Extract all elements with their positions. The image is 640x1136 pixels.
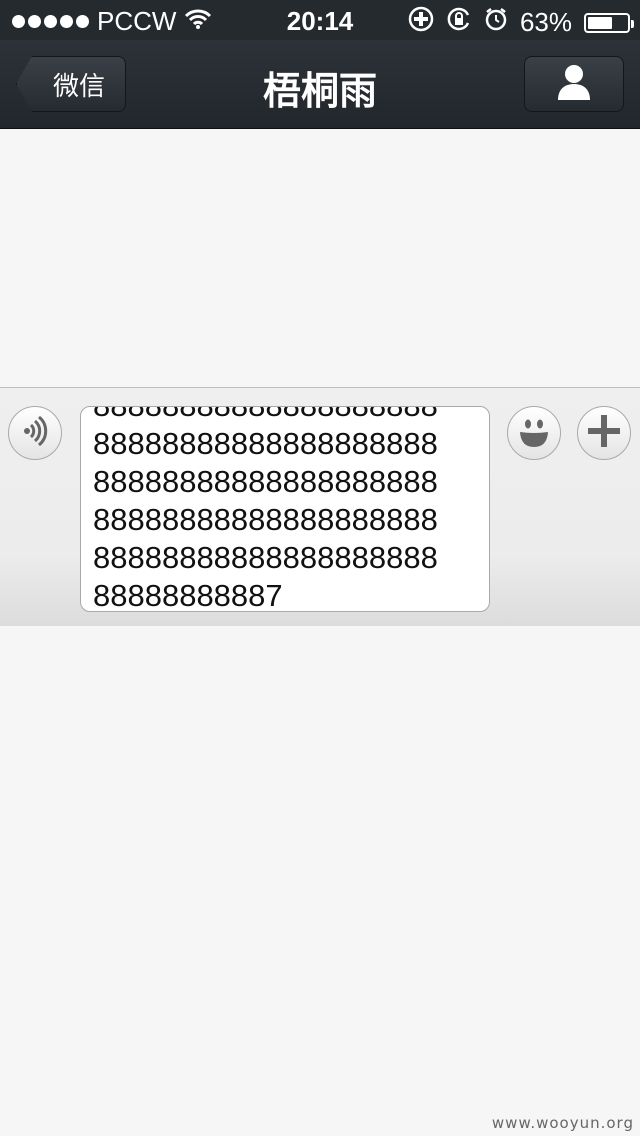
orientation-lock-icon — [446, 6, 472, 39]
location-icon — [408, 6, 434, 39]
message-input-text: 88888888888888888888 8888888888888888888… — [93, 407, 438, 612]
emoji-button[interactable] — [507, 406, 561, 460]
bottom-area: www.wooyun.org — [0, 626, 640, 1136]
watermark: www.wooyun.org — [491, 1114, 634, 1132]
smiley-icon — [514, 411, 554, 456]
nav-bar: 微信 梧桐雨 — [0, 40, 640, 129]
alarm-icon — [484, 7, 508, 38]
person-icon — [556, 63, 592, 106]
input-toolbar: 88888888888888888888 8888888888888888888… — [0, 387, 640, 626]
chat-area[interactable] — [0, 129, 640, 387]
battery-percent: 63% — [519, 7, 572, 37]
profile-button[interactable] — [524, 56, 624, 112]
battery-icon — [584, 12, 634, 33]
voice-icon — [18, 414, 52, 453]
more-options-button[interactable] — [577, 406, 631, 460]
plus-icon — [586, 413, 622, 454]
status-right: 63% — [408, 6, 634, 39]
voice-button[interactable] — [8, 406, 62, 460]
status-bar: PCCW 20:14 63% — [0, 0, 640, 40]
battery-level — [588, 16, 612, 29]
message-input[interactable]: 88888888888888888888 8888888888888888888… — [80, 406, 490, 612]
